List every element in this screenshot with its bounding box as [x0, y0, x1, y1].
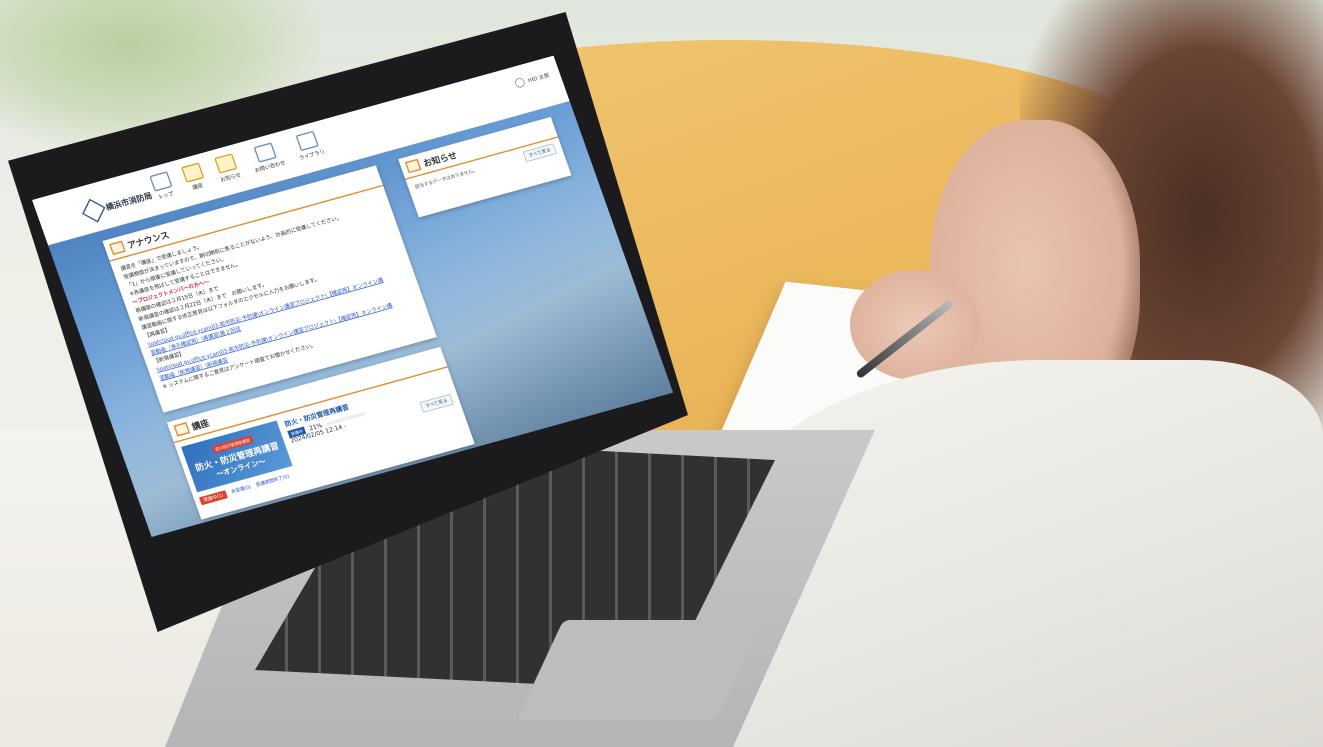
- course-icon: [173, 422, 191, 437]
- user-name: HID 太郎: [527, 71, 551, 84]
- nav-item-news[interactable]: お知らせ: [213, 153, 242, 184]
- home-icon: [149, 171, 173, 192]
- nav-item-contact[interactable]: お問い合わせ: [247, 141, 286, 175]
- news-all-button[interactable]: すべて見る: [522, 143, 557, 163]
- mail-icon: [404, 158, 422, 174]
- nav-item-courses[interactable]: 講座: [181, 162, 208, 192]
- logo-icon: [82, 198, 106, 223]
- course-icon: [181, 162, 205, 183]
- contact-icon: [253, 142, 277, 163]
- site-logo[interactable]: 横浜市消防局: [82, 186, 155, 223]
- nav-item-library[interactable]: ライブラリ: [292, 130, 326, 162]
- library-icon: [295, 130, 319, 152]
- nav-label: 講座: [191, 182, 204, 191]
- user-icon: [513, 77, 526, 89]
- nav-item-top[interactable]: トップ: [149, 171, 176, 201]
- nav-label: トップ: [157, 190, 175, 201]
- nav-label: お知らせ: [219, 171, 242, 184]
- courses-all-button[interactable]: すべて見る: [419, 393, 454, 413]
- logo-text: 横浜市消防局: [104, 190, 154, 213]
- megaphone-icon: [109, 240, 126, 256]
- user-menu[interactable]: HID 太郎: [513, 70, 551, 89]
- courses-title-text: 講座: [190, 418, 211, 433]
- mail-icon: [214, 153, 238, 174]
